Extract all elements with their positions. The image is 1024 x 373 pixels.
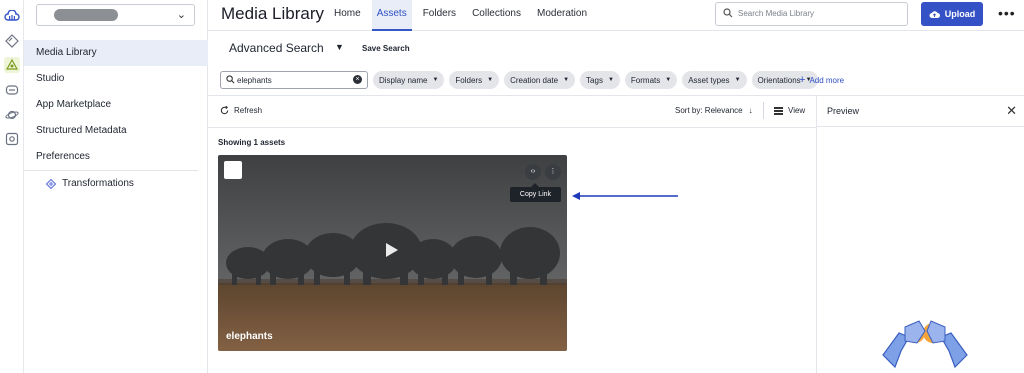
asset-card[interactable]: ‹› ⋮ Copy Link elephants <box>218 155 567 351</box>
sidebar-item-media-library[interactable]: Media Library <box>24 40 208 66</box>
chip-label: Creation date <box>510 75 559 85</box>
sidebar-item-studio[interactable]: Studio <box>24 66 208 92</box>
filter-chips: Display name ▼ Folders ▼ Creation date ▼ Ta… <box>373 71 823 89</box>
refresh-label: Refresh <box>234 106 263 115</box>
planet-icon[interactable] <box>4 107 20 123</box>
filter-chip-asset-types[interactable]: Asset types ▼ <box>682 71 747 89</box>
divider <box>817 126 1024 127</box>
sidebar-item-label: Transformations <box>62 178 134 189</box>
chevron-down-icon: ⌄ <box>176 9 186 21</box>
tab-assets[interactable]: Assets <box>371 0 412 31</box>
caret-down-icon: ▼ <box>432 77 439 83</box>
icon-rail <box>0 0 24 373</box>
cloud-logo-icon[interactable] <box>4 8 20 24</box>
sidebar-item-structured-metadata[interactable]: Structured Metadata <box>24 118 208 144</box>
sidebar-nav: Media Library Studio App Marketplace Str… <box>24 40 208 197</box>
sort-by-selector[interactable]: Sort by: Relevance ↓ <box>675 106 753 115</box>
search-media-library-input[interactable]: Search Media Library <box>715 2 908 26</box>
chip-label: Folders <box>455 75 483 85</box>
caret-down-icon[interactable]: ▼ <box>335 42 344 52</box>
sidebar-item-app-marketplace[interactable]: App Marketplace <box>24 92 208 118</box>
sort-label: Sort by: Relevance <box>675 106 743 115</box>
more-options-button[interactable]: ••• <box>998 5 1016 21</box>
close-icon[interactable]: ✕ <box>1006 103 1017 119</box>
preview-title: Preview <box>827 106 860 116</box>
search-icon <box>226 75 235 84</box>
sort-arrow-icon: ↓ <box>748 106 753 115</box>
filter-chip-tags[interactable]: Tags ▼ <box>580 71 620 89</box>
caret-down-icon: ▼ <box>665 77 672 83</box>
toolbar-divider <box>763 102 764 119</box>
cloud-upload-icon <box>929 10 940 18</box>
transformations-icon <box>46 179 56 189</box>
video-icon[interactable] <box>4 82 20 98</box>
chip-label: Orientations <box>757 75 801 85</box>
upload-button[interactable]: Upload <box>921 2 983 26</box>
chip-label: Asset types <box>688 75 730 85</box>
preview-panel: Preview ✕ <box>816 95 1024 373</box>
search-query-input[interactable]: elephants × <box>220 71 368 89</box>
sidebar-item-transformations[interactable]: Transformations <box>24 171 208 197</box>
chip-label: Tags <box>586 75 603 85</box>
account-name-redacted <box>54 9 118 21</box>
assets-icon[interactable] <box>4 57 20 73</box>
caret-down-icon: ▼ <box>734 77 741 83</box>
advanced-search-title[interactable]: Advanced Search <box>229 41 324 55</box>
search-icon <box>723 8 733 18</box>
chip-label: Display name <box>379 75 428 85</box>
save-search-button[interactable]: Save Search <box>362 44 410 53</box>
more-actions-icon[interactable]: ⋮ <box>545 164 561 180</box>
caret-down-icon: ▼ <box>487 77 494 83</box>
refresh-button[interactable]: Refresh <box>220 106 262 115</box>
sidebar: ⌄ Media Library Studio App Marketplace S… <box>24 0 208 373</box>
tab-moderation[interactable]: Moderation <box>532 0 592 31</box>
copy-link-tooltip: Copy Link <box>510 183 561 202</box>
pointer-arrow <box>572 192 678 200</box>
sidebar-item-preferences[interactable]: Preferences <box>24 144 208 170</box>
top-bar: Media Library Home Assets Folders Collec… <box>208 0 1024 31</box>
clear-search-icon[interactable]: × <box>353 75 362 84</box>
add-more-filter-button[interactable]: + Add more <box>799 74 844 86</box>
copy-link-icon[interactable]: ‹› <box>525 164 541 180</box>
play-icon[interactable] <box>386 243 398 257</box>
upload-label: Upload <box>944 9 976 19</box>
app-root: ⌄ Media Library Studio App Marketplace S… <box>0 0 1024 373</box>
select-checkbox[interactable] <box>224 161 242 179</box>
view-selector[interactable]: View <box>774 106 805 115</box>
view-label: View <box>788 106 806 115</box>
asset-name: elephants <box>226 331 273 342</box>
caret-down-icon: ▼ <box>607 77 614 83</box>
tab-collections[interactable]: Collections <box>467 0 526 31</box>
search-placeholder: Search Media Library <box>738 9 815 18</box>
chip-label: Formats <box>630 75 661 85</box>
programmable-media-icon[interactable] <box>4 33 20 49</box>
settings-icon[interactable] <box>4 131 20 147</box>
add-more-label: Add more <box>809 76 845 85</box>
hands-illustration-icon <box>882 320 968 369</box>
tab-folders[interactable]: Folders <box>418 0 461 31</box>
plus-icon: + <box>799 74 806 86</box>
tab-bar: Home Assets Folders Collections Moderati… <box>329 0 598 31</box>
list-view-icon <box>774 106 783 115</box>
filter-chip-folders[interactable]: Folders ▼ <box>449 71 500 89</box>
filter-chip-creation-date[interactable]: Creation date ▼ <box>504 71 576 89</box>
filter-chip-formats[interactable]: Formats ▼ <box>624 71 678 89</box>
caret-down-icon: ▼ <box>563 77 570 83</box>
filter-chip-display-name[interactable]: Display name ▼ <box>373 71 445 89</box>
divider <box>208 127 816 128</box>
search-query-value: elephants <box>237 76 272 85</box>
results-count: Showing 1 assets <box>218 138 286 147</box>
account-selector[interactable]: ⌄ <box>36 4 195 26</box>
refresh-icon <box>220 106 229 115</box>
tab-home[interactable]: Home <box>329 0 366 31</box>
page-title: Media Library <box>221 4 324 23</box>
